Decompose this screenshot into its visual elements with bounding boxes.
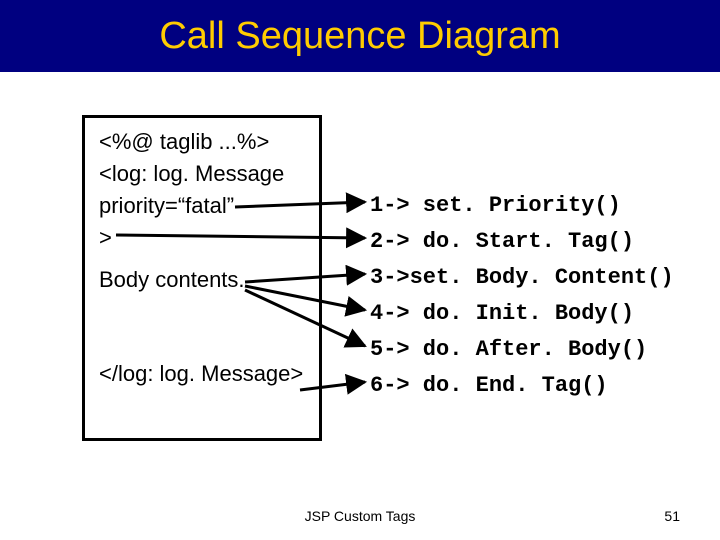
step-line: 4-> do. Init. Body()	[370, 296, 700, 332]
steps-column: 1-> set. Priority() 2-> do. Start. Tag()…	[370, 188, 700, 404]
step-line: 5-> do. After. Body()	[370, 332, 700, 368]
slide: Call Sequence Diagram <%@ taglib ...%> <…	[0, 0, 720, 540]
code-line: priority=“fatal”	[99, 190, 307, 222]
code-line: >	[99, 222, 307, 254]
page-number: 51	[664, 508, 680, 524]
code-line: </log: log. Message>	[99, 358, 307, 390]
code-line: <%@ taglib ...%>	[99, 126, 307, 158]
code-box: <%@ taglib ...%> <log: log. Message prio…	[82, 115, 322, 441]
step-line: 6-> do. End. Tag()	[370, 368, 700, 404]
slide-title-bar: Call Sequence Diagram	[0, 0, 720, 72]
step-line: 3->set. Body. Content()	[370, 260, 700, 296]
slide-title: Call Sequence Diagram	[159, 15, 560, 57]
code-line: Body contents.	[99, 264, 307, 296]
footer-label: JSP Custom Tags	[0, 508, 720, 524]
step-line: 1-> set. Priority()	[370, 188, 700, 224]
step-line: 2-> do. Start. Tag()	[370, 224, 700, 260]
code-line: <log: log. Message	[99, 158, 307, 190]
